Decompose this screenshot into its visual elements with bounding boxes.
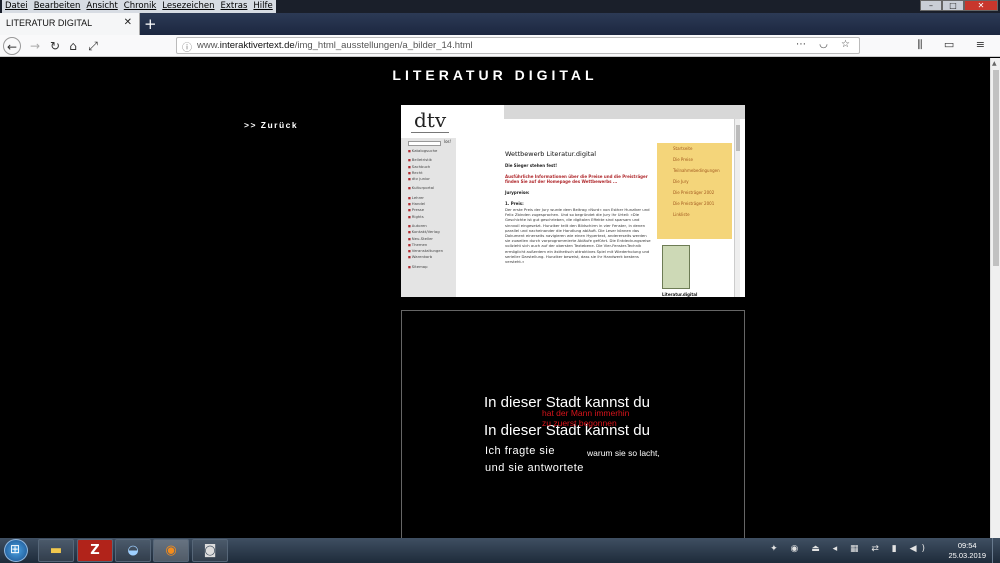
url-bar[interactable]: ⓘ www.interaktivertext.de/img_html_ausst… [176,37,860,54]
screenshot-top-strip [504,105,745,119]
back-button[interactable]: ← [3,37,21,55]
navigation-bar: ← → ↻ ⌂ ⤢ ⓘ www.interaktivertext.de/img_… [0,35,1000,57]
screenshot-jury-label: Jurypreise: [505,190,530,195]
animation-line-4: und sie antwortete [485,462,584,474]
clock-date: 25.03.2019 [948,551,986,560]
clock[interactable]: 09:54 25.03.2019 [948,541,986,561]
screenshot-right-menu-item: Die Preisträger 2001 [673,201,715,206]
animation-red-line-1: hat der Mann immerhin [542,408,630,418]
app-taskbar-icon[interactable]: ◒ [115,539,151,562]
menu-item-bearbeiten[interactable]: Bearbeiten [30,0,84,13]
screenshot-right-menu-item: Linkliste [673,212,690,217]
screenshot-right-menu-item: Die Preise [673,157,693,162]
logo-underline [411,132,449,133]
window-controls: – □ ✕ [920,0,998,11]
screenshot-nav-item: Sitemap [408,264,443,270]
close-window-button[interactable]: ✕ [964,0,998,11]
screenshot-right-menu: Startseite Die Preise Teilnahmebedingungen… [657,143,732,239]
menu-bar: Datei Bearbeiten Ansicht Chronik Lesezeichen… [0,0,1000,13]
taskbar: ▬ Z ◒ ◉ ◙ ✦ ◉ ⏏ ◂ ▦ ⇄ ▮ ◀) 09:54 25.03.2… [0,538,1000,563]
new-tab-button[interactable]: + [144,15,157,33]
screenshot-search-input [408,141,441,146]
screenshot-right-menu-item: Die Jury [673,179,689,184]
scroll-up-icon[interactable]: ▲ [992,60,997,67]
scrollbar-thumb[interactable] [993,70,999,266]
screenshot-scrollbar [734,119,740,297]
filezilla-taskbar-icon[interactable]: Z [77,539,113,562]
system-tray[interactable]: ✦ ◉ ⏏ ◂ ▦ ⇄ ▮ ◀) [770,544,930,554]
site-info-icon[interactable]: ⓘ [182,39,192,54]
tab-bar: LITERATUR DIGITAL ✕ + [0,13,1000,35]
menu-item-ansicht[interactable]: Ansicht [83,0,121,13]
animation-line-3b: warum sie so lacht, [587,448,660,458]
menu-items: Datei Bearbeiten Ansicht Chronik Lesezeichen… [2,0,276,13]
maximize-button[interactable]: □ [942,0,964,11]
close-tab-icon[interactable]: ✕ [124,17,132,28]
explorer-taskbar-icon[interactable]: ▬ [38,539,74,562]
screenshot-heading: Wettbewerb Literatur.digital [505,150,597,158]
animation-line-3: Ich fragte sie [485,445,555,457]
screenshot-info-link: Ausführliche Informationen über die Prei… [505,174,648,184]
screenshot-nav-item: Kontakt/Verlag [408,229,443,235]
animation-frame: In dieser Stadt kannst du In dieser Stad… [401,310,745,538]
back-link[interactable]: >> Zurück [244,120,298,130]
forward-button[interactable]: → [26,37,44,55]
viewer-taskbar-icon[interactable]: ◙ [192,539,228,562]
screenshot-prize-label: 1. Preis: [505,201,524,206]
embedded-screenshot: dtv los! KatalogsucheBelletristikSachbuc… [401,105,745,297]
book-cover-image [662,245,690,289]
toolbar-right-icons[interactable]: ⫼ ▭ ≡ [917,38,994,52]
dtv-logo: dtv [414,108,447,132]
fullscreen-button[interactable]: ⤢ [84,37,102,55]
show-desktop-button[interactable] [992,538,1000,563]
reload-button[interactable]: ↻ [46,37,64,55]
url-text: www.interaktivertext.de/img_html_ausstel… [197,40,473,51]
menu-item-extras[interactable]: Extras [217,0,251,13]
menu-item-hilfe[interactable]: Hilfe [250,0,276,13]
url-action-icons[interactable]: ⋯ ◡ ☆ [796,39,855,50]
screenshot-nav-list: KatalogsucheBelletristikSachbuchRechtdtv… [408,148,443,270]
animation-red-line-2: zu zuerst begonnen [542,418,617,428]
screenshot-main: Wettbewerb Literatur.digital Die Sieger … [505,140,653,297]
screenshot-search-label: los! [444,139,452,144]
firefox-taskbar-icon[interactable]: ◉ [153,539,189,562]
minimize-button[interactable]: – [920,0,942,11]
tab-title: LITERATUR DIGITAL [6,18,93,28]
screenshot-right-menu-item: Startseite [673,146,693,151]
clock-time: 09:54 [957,541,977,550]
menu-item-datei[interactable]: Datei [2,0,31,13]
screenshot-right-menu-item: Die Preisträger 2002 [673,190,715,195]
menu-item-chronik[interactable]: Chronik [120,0,160,13]
screenshot-subheading: Die Sieger stehen fest! [505,163,558,168]
menu-item-lesezeichen[interactable]: Lesezeichen [159,0,218,13]
screenshot-right-menu-item: Teilnahmebedingungen [673,168,720,173]
screenshot-prize-text: Der erste Preis der Jury wurde dem Beitr… [505,207,651,265]
tab-literatur-digital[interactable]: LITERATUR DIGITAL ✕ [0,13,140,35]
page-content: LITERATUR DIGITAL >> Zurück dtv los! Kat… [0,58,990,538]
start-button[interactable] [4,539,28,562]
book-caption: Literatur.digital [662,292,698,297]
home-button[interactable]: ⌂ [64,37,82,55]
page-scrollbar[interactable]: ▲ [990,58,1000,538]
page-title: LITERATUR DIGITAL [392,67,598,83]
